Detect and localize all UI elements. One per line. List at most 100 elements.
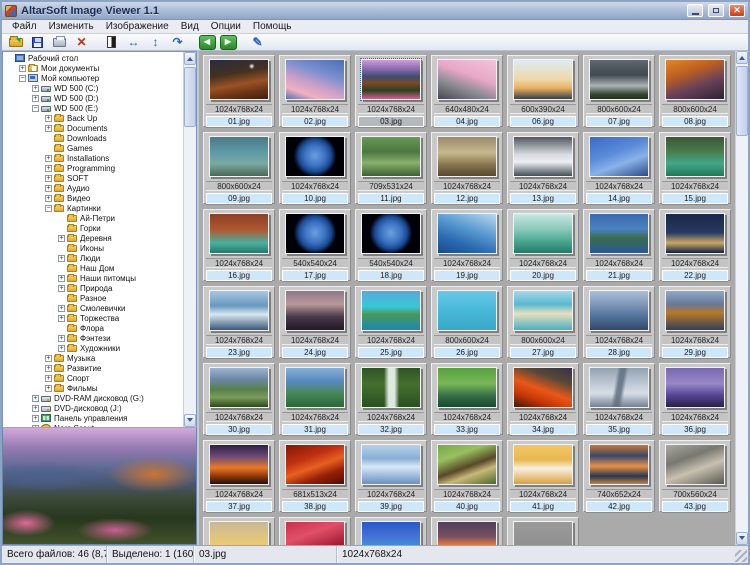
tree-item-3[interactable]: + WD 500 (C:) (3, 83, 183, 93)
expand-toggle-icon[interactable]: + (58, 234, 65, 242)
scroll-thumb[interactable] (184, 67, 196, 127)
tree-item-24[interactable]: Разное (3, 293, 183, 303)
thumbnail-cell-31.jpg[interactable]: 1024x768x24 31.jpg (279, 363, 351, 435)
resize-grip[interactable] (735, 550, 747, 562)
tree-item-8[interactable]: Downloads (3, 133, 183, 143)
tree-item-18[interactable]: + Деревня (3, 233, 183, 243)
tree-item-36[interactable]: + Панель управления (3, 413, 183, 423)
tree-item-11[interactable]: + Programming (3, 163, 183, 173)
tree-item-27[interactable]: Флора (3, 323, 183, 333)
grid-scrollbar[interactable] (735, 51, 748, 545)
expand-toggle-icon[interactable]: + (45, 154, 52, 162)
menu-help[interactable]: Помощь (247, 21, 298, 32)
expand-toggle-icon[interactable]: − (19, 74, 26, 82)
tree-item-17[interactable]: Горки (3, 223, 183, 233)
thumbnail-cell-24.jpg[interactable]: 1024x768x24 24.jpg (279, 286, 351, 358)
thumbnail-cell-41.jpg[interactable]: 1024x768x24 41.jpg (507, 440, 579, 512)
thumbnail-cell-39.jpg[interactable]: 1024x768x24 39.jpg (355, 440, 427, 512)
scroll-thumb[interactable] (736, 66, 748, 136)
thumbnail-cell-20.jpg[interactable]: 1024x768x24 20.jpg (507, 209, 579, 281)
tree-item-19[interactable]: Иконы (3, 243, 183, 253)
thumbnail-cell-02.jpg[interactable]: 1024x768x24 02.jpg (279, 55, 351, 127)
scroll-up-button[interactable] (184, 52, 196, 65)
tree-item-22[interactable]: + Наши питомцы (3, 273, 183, 283)
thumbnail-cell-29.jpg[interactable]: 1024x768x24 29.jpg (659, 286, 731, 358)
thumbnail-cell-27.jpg[interactable]: 800x600x24 27.jpg (507, 286, 579, 358)
tree-item-28[interactable]: + Фэнтези (3, 333, 183, 343)
expand-toggle-icon[interactable]: + (45, 364, 52, 372)
next-button[interactable]: ▶ (218, 34, 238, 50)
tree-item-26[interactable]: + Торжества (3, 313, 183, 323)
thumbnail-cell-43.jpg[interactable]: 700x560x24 43.jpg (659, 440, 731, 512)
expand-toggle-icon[interactable]: + (45, 164, 52, 172)
thumbnail-cell-22.jpg[interactable]: 1024x768x24 22.jpg (659, 209, 731, 281)
thumbnail-cell-14.jpg[interactable]: 1024x768x24 14.jpg (583, 132, 655, 204)
minimize-button[interactable] (687, 4, 703, 17)
thumbnail-cell-13.jpg[interactable]: 1024x768x24 13.jpg (507, 132, 579, 204)
contrast-button[interactable] (101, 34, 122, 50)
thumbnail-cell-10.jpg[interactable]: 1024x768x24 10.jpg (279, 132, 351, 204)
thumbnail-cell-08.jpg[interactable]: 800x600x24 08.jpg (659, 55, 731, 127)
thumbnail-cell-37.jpg[interactable]: 1024x768x24 37.jpg (203, 440, 275, 512)
expand-toggle-icon[interactable]: + (32, 414, 39, 422)
tree-item-13[interactable]: + Аудио (3, 183, 183, 193)
expand-toggle-icon[interactable]: + (58, 284, 65, 292)
tree-item-25[interactable]: + Смолевички (3, 303, 183, 313)
thumbnail-cell-partial-46[interactable] (507, 517, 579, 545)
tree-item-33[interactable]: + Фильмы (3, 383, 183, 393)
expand-toggle-icon[interactable]: + (45, 174, 52, 182)
expand-toggle-icon[interactable]: + (58, 344, 65, 352)
thumbnail-cell-01.jpg[interactable]: 1024x768x24 01.jpg (203, 55, 275, 127)
expand-toggle-icon[interactable]: + (45, 184, 52, 192)
thumbnail-cell-partial-42[interactable] (203, 517, 275, 545)
expand-toggle-icon[interactable]: + (58, 314, 65, 322)
thumbnail-cell-partial-44[interactable] (355, 517, 427, 545)
rotate-button[interactable]: ↷ (167, 34, 188, 50)
thumbnail-cell-16.jpg[interactable]: 1024x768x24 16.jpg (203, 209, 275, 281)
tree-item-32[interactable]: + Спорт (3, 373, 183, 383)
tree-item-4[interactable]: + WD 500 (D:) (3, 93, 183, 103)
thumbnail-cell-15.jpg[interactable]: 1024x768x24 15.jpg (659, 132, 731, 204)
scroll-up-button[interactable] (736, 51, 748, 64)
expand-toggle-icon[interactable]: + (32, 404, 39, 412)
thumbnail-cell-04.jpg[interactable]: 640x480x24 04.jpg (431, 55, 503, 127)
thumbnail-cell-03.jpg[interactable]: 1024x768x24 03.jpg (355, 55, 427, 127)
scroll-down-button[interactable] (736, 532, 748, 545)
thumbnail-cell-30.jpg[interactable]: 1024x768x24 30.jpg (203, 363, 275, 435)
tree-item-0[interactable]: Рабочий стол (3, 53, 183, 63)
thumbnail-cell-42.jpg[interactable]: 740x652x24 42.jpg (583, 440, 655, 512)
expand-toggle-icon[interactable]: + (45, 194, 52, 202)
tree-item-15[interactable]: − Картинки (3, 203, 183, 213)
print-button[interactable] (49, 34, 70, 50)
tree-item-14[interactable]: + Видео (3, 193, 183, 203)
expand-toggle-icon[interactable]: − (32, 104, 39, 112)
menu-view[interactable]: Вид (175, 21, 205, 32)
open-button[interactable] (5, 34, 26, 50)
expand-toggle-icon[interactable]: + (45, 354, 52, 362)
expand-toggle-icon[interactable]: + (45, 384, 52, 392)
menu-options[interactable]: Опции (205, 21, 247, 32)
menu-edit[interactable]: Изменить (43, 21, 100, 32)
thumbnail-cell-18.jpg[interactable]: 540x540x24 18.jpg (355, 209, 427, 281)
scroll-down-button[interactable] (184, 414, 196, 427)
tree-item-2[interactable]: − Мой компьютер (3, 73, 183, 83)
tree-item-12[interactable]: + SOFT (3, 173, 183, 183)
thumbnail-cell-12.jpg[interactable]: 1024x768x24 12.jpg (431, 132, 503, 204)
thumbnail-cell-33.jpg[interactable]: 1024x768x24 33.jpg (431, 363, 503, 435)
thumbnail-cell-35.jpg[interactable]: 1024x768x24 35.jpg (583, 363, 655, 435)
expand-toggle-icon[interactable]: + (58, 334, 65, 342)
delete-button[interactable]: ✕ (71, 34, 92, 50)
tree-item-16[interactable]: Ай-Петри (3, 213, 183, 223)
previous-button[interactable]: ◀ (197, 34, 217, 50)
tree-item-35[interactable]: + DVD-дисковод (J:) (3, 403, 183, 413)
menu-image[interactable]: Изображение (100, 21, 175, 32)
menu-file[interactable]: Файл (6, 21, 43, 32)
thumbnail-cell-25.jpg[interactable]: 1024x768x24 25.jpg (355, 286, 427, 358)
scroll-track[interactable] (184, 65, 196, 414)
expand-toggle-icon[interactable]: + (58, 274, 65, 282)
tree-item-34[interactable]: + DVD-RAM дисковод (G:) (3, 393, 183, 403)
tree-item-37[interactable]: + Nero Scout (3, 423, 183, 427)
thumbnail-cell-17.jpg[interactable]: 540x540x24 17.jpg (279, 209, 351, 281)
thumbnail-cell-26.jpg[interactable]: 800x600x24 26.jpg (431, 286, 503, 358)
thumbnail-cell-34.jpg[interactable]: 1024x768x24 34.jpg (507, 363, 579, 435)
